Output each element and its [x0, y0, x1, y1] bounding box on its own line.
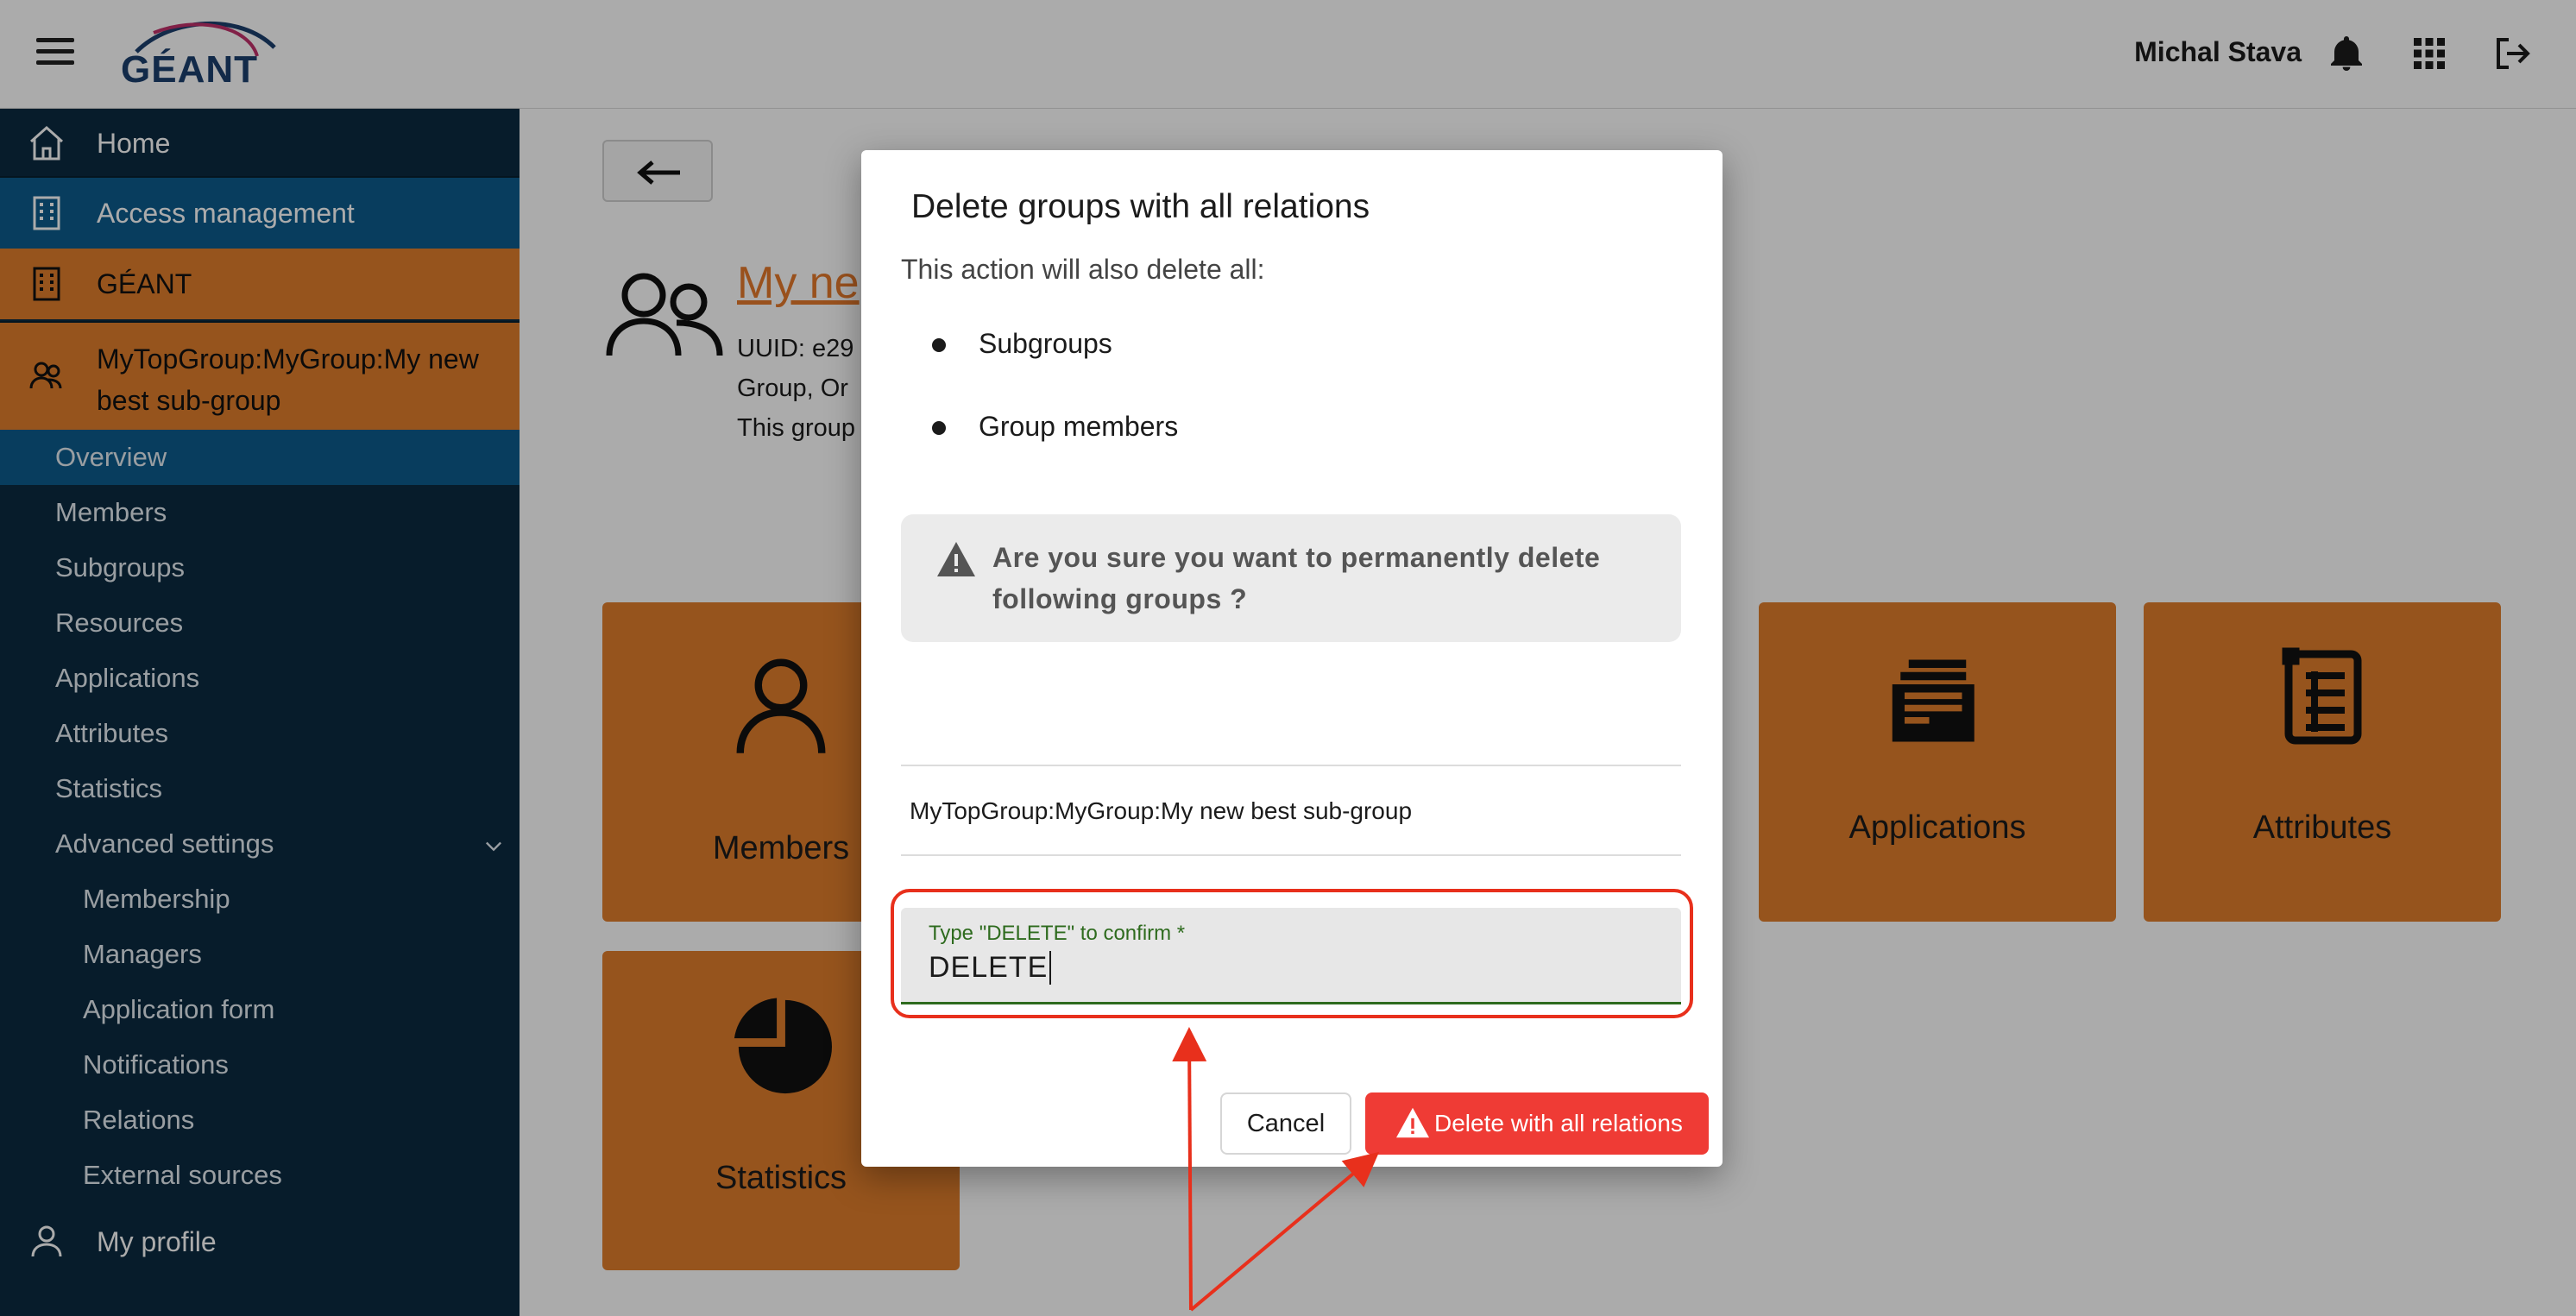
group-to-delete: MyTopGroup:MyGroup:My new best sub-group	[910, 797, 1413, 824]
confirm-field-value[interactable]: DELETE	[929, 951, 1052, 985]
cancel-button[interactable]: Cancel	[1220, 1092, 1351, 1155]
delete-groups-dialog: Delete groups with all relations This ac…	[861, 150, 1723, 1167]
warning-box: Are you sure you want to permanently del…	[901, 514, 1681, 642]
divider	[901, 854, 1681, 856]
bullet-text: Subgroups	[979, 328, 1112, 359]
warning-triangle-icon	[937, 542, 975, 576]
delete-with-all-relations-button[interactable]: Delete with all relations	[1365, 1092, 1709, 1155]
divider	[901, 765, 1681, 766]
warning-text: Are you sure you want to permanently del…	[992, 542, 1601, 614]
delete-button-label: Delete with all relations	[1434, 1110, 1683, 1137]
bullet-text: Group members	[979, 411, 1179, 442]
dialog-intro: This action will also delete all:	[901, 254, 1265, 285]
dialog-title: Delete groups with all relations	[911, 188, 1370, 225]
warning-triangle-icon	[1396, 1107, 1429, 1138]
confirm-field-label: Type "DELETE" to confirm *	[929, 922, 1186, 945]
delete-confirm-input[interactable]: Type "DELETE" to confirm * DELETE	[901, 908, 1681, 1004]
